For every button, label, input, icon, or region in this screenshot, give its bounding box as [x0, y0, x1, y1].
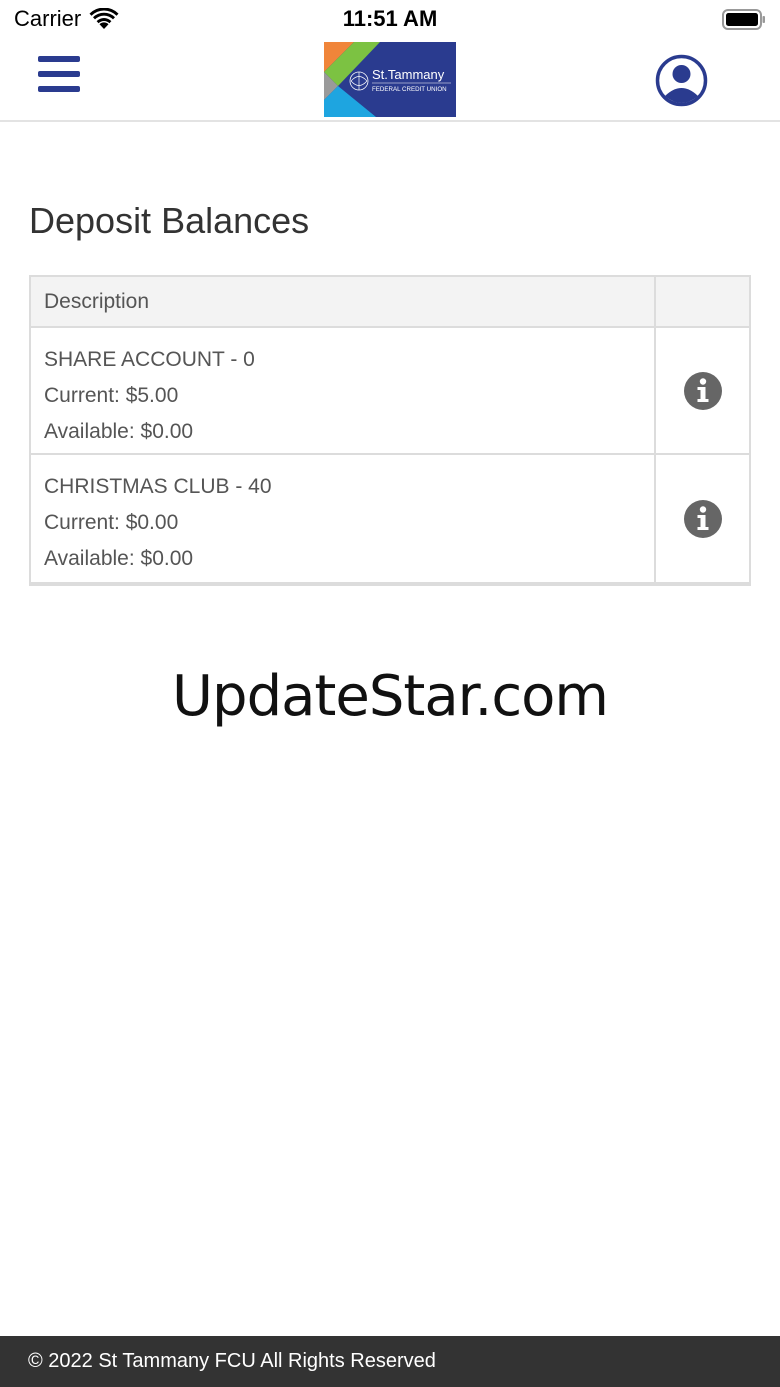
column-header-actions [656, 277, 749, 326]
hamburger-menu-icon[interactable] [36, 54, 82, 94]
user-circle-icon[interactable] [655, 54, 708, 107]
account-name: SHARE ACCOUNT - 0 [44, 348, 255, 371]
info-icon[interactable] [683, 371, 723, 411]
battery-icon [722, 9, 765, 30]
status-time: 11:51 AM [342, 6, 438, 31]
current-balance: Current: $0.00 [44, 511, 179, 534]
logo-subtitle: FEDERAL CREDIT UNION [372, 86, 447, 93]
info-icon[interactable] [683, 499, 723, 539]
menu-bar [38, 86, 80, 92]
menu-bar [38, 56, 80, 62]
account-description: SHARE ACCOUNT - 0 Current: $5.00 Availab… [31, 328, 656, 453]
deposit-balances-table: Description SHARE ACCOUNT - 0 Current: $… [29, 275, 751, 586]
column-header-description: Description [31, 277, 656, 326]
page-title: Deposit Balances [29, 200, 310, 241]
current-balance: Current: $5.00 [44, 384, 179, 407]
table-row: SHARE ACCOUNT - 0 Current: $5.00 Availab… [31, 328, 749, 455]
account-actions [656, 328, 749, 453]
watermark-text: UpdateStar.com [172, 664, 609, 729]
logo-name: St.Tammany [372, 67, 445, 82]
copyright-text: © 2022 St Tammany FCU All Rights Reserve… [28, 1350, 436, 1372]
menu-bar [38, 71, 80, 77]
account-actions [656, 455, 749, 582]
footer: © 2022 St Tammany FCU All Rights Reserve… [0, 1336, 780, 1387]
available-balance: Available: $0.00 [44, 420, 194, 443]
account-description: CHRISTMAS CLUB - 40 Current: $0.00 Avail… [31, 455, 656, 582]
account-name: CHRISTMAS CLUB - 40 [44, 475, 272, 498]
status-bar: Carrier 11:51 AM [0, 0, 780, 40]
available-balance: Available: $0.00 [44, 547, 194, 570]
table-header: Description [31, 277, 749, 328]
app-header: St.Tammany FEDERAL CREDIT UNION [0, 40, 780, 122]
app-screen: Carrier 11:51 AM St.Tammany FEDERAL CRED… [0, 0, 780, 1387]
table-row: CHRISTMAS CLUB - 40 Current: $0.00 Avail… [31, 455, 749, 582]
st-tammany-logo: St.Tammany FEDERAL CREDIT UNION [324, 42, 456, 117]
